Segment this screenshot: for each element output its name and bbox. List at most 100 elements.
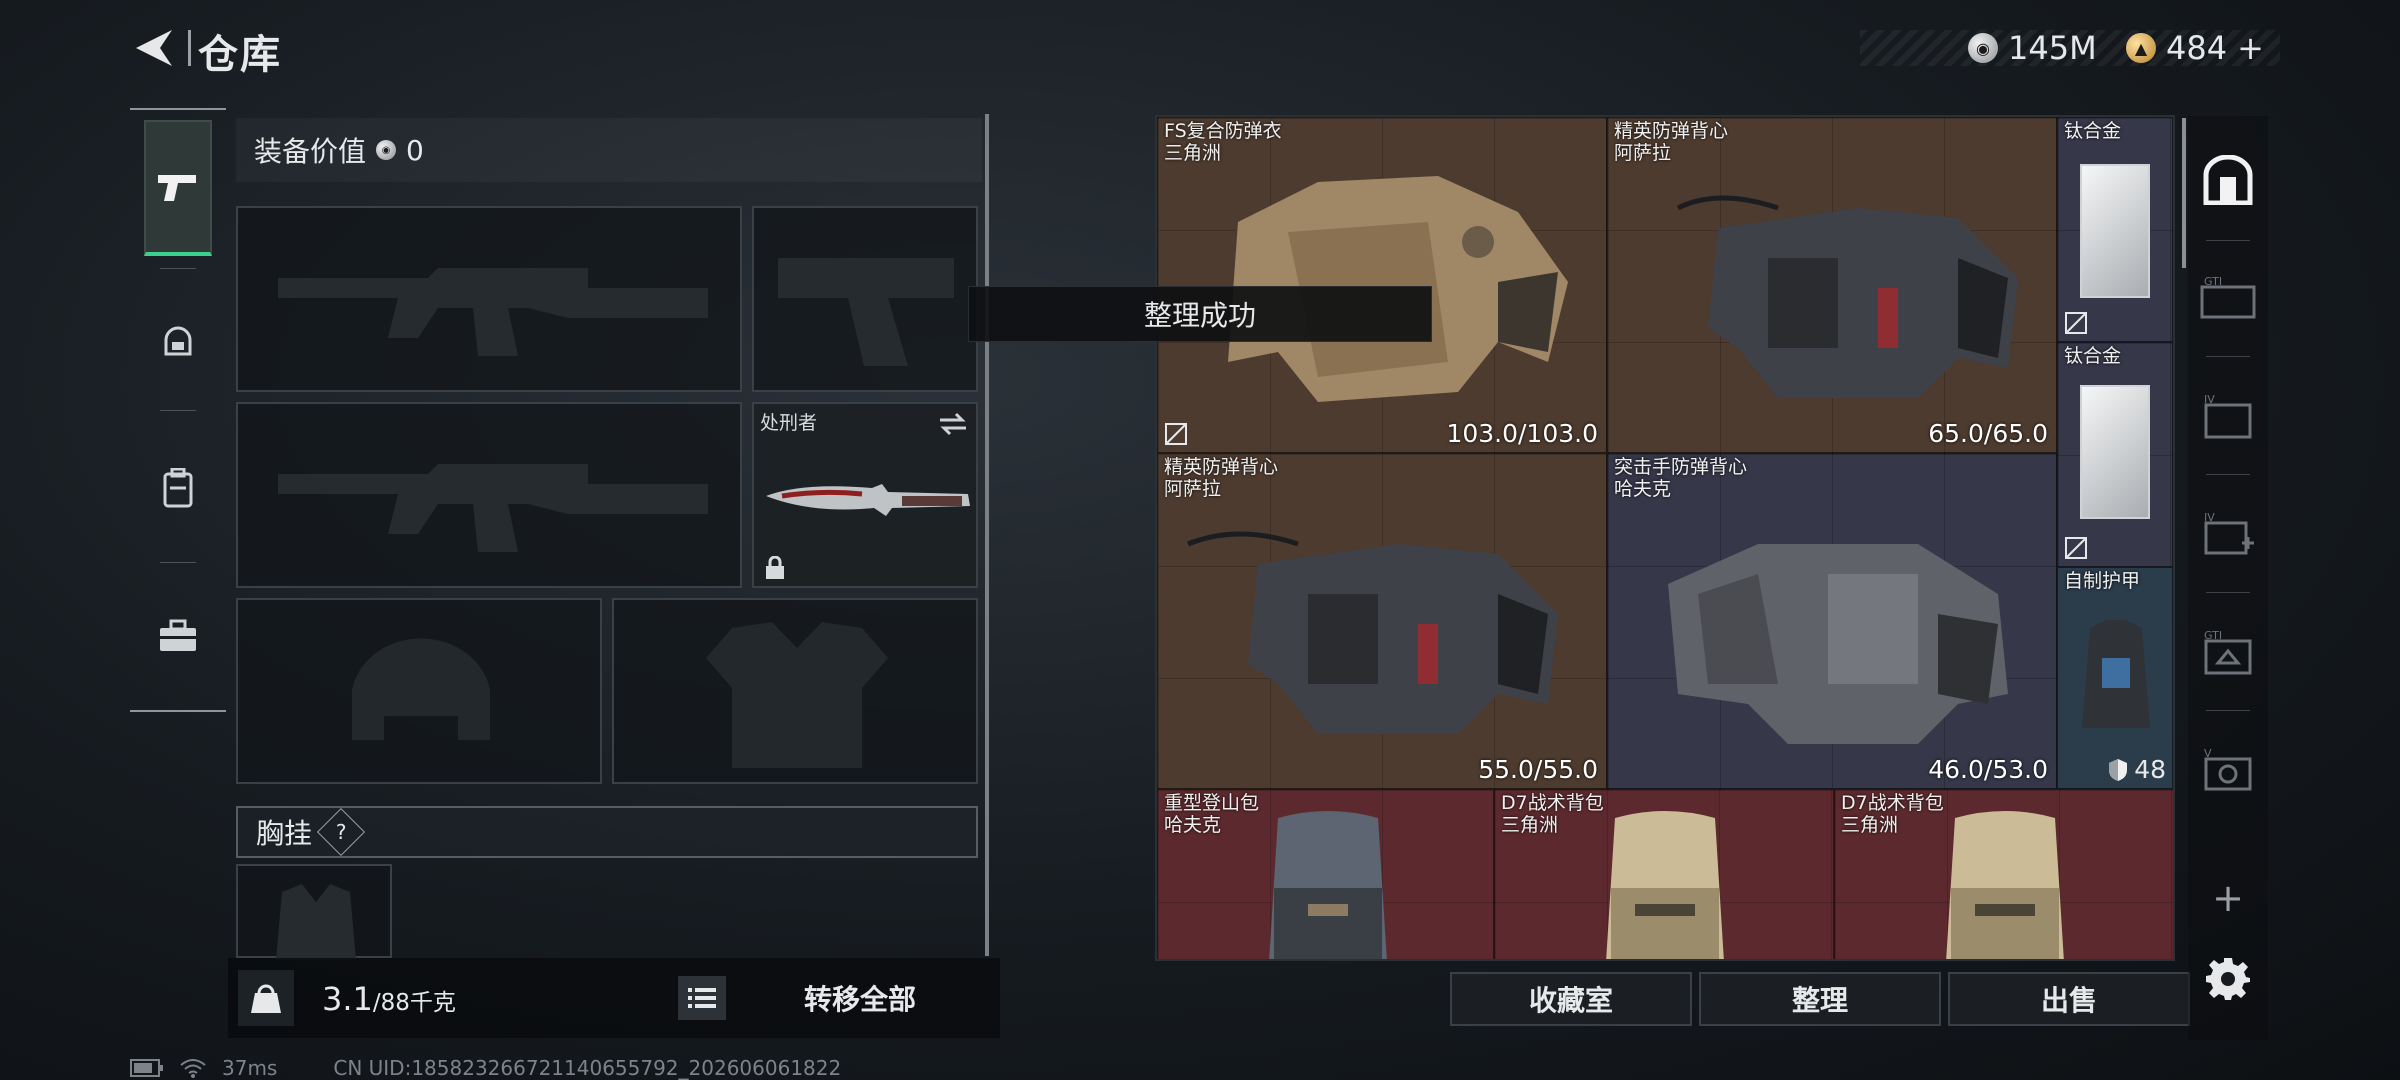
- pistol-slot[interactable]: [752, 206, 978, 392]
- container-label: V: [2204, 747, 2212, 760]
- backpack-icon: [1946, 811, 2064, 959]
- tab-weapons[interactable]: [144, 120, 212, 256]
- ping-value: 37ms: [222, 1056, 278, 1080]
- rail-container-1[interactable]: GTI: [2194, 248, 2262, 348]
- body-armor-icon: [1668, 544, 2008, 744]
- item-name: 精英防弹背心: [1164, 456, 1279, 478]
- lock-icon: [766, 556, 784, 579]
- container-label: GTI: [2204, 275, 2222, 288]
- tab-bags[interactable]: [144, 420, 212, 556]
- player-uid: CN UID:18582326672114065579​2_2026060618…: [333, 1056, 842, 1080]
- storage-item[interactable]: 自制护甲 48: [2057, 567, 2173, 789]
- gold-amount: 484: [2166, 29, 2228, 67]
- gold-add-button[interactable]: +: [2237, 29, 2264, 67]
- rail-container-2[interactable]: IV: [2194, 366, 2262, 466]
- rifle-silhouette-icon: [278, 464, 708, 552]
- homemade-armor-icon: [2082, 620, 2150, 728]
- silver-coin-icon: ◉: [376, 140, 397, 160]
- status-bar: 37ms CN UID:18582326672114065579​2_20260…: [130, 1056, 841, 1080]
- pistol-icon: [158, 175, 196, 201]
- swap-icon[interactable]: [938, 412, 968, 436]
- container-icon: IV: [2204, 393, 2252, 439]
- armor-value: 48: [2134, 755, 2166, 784]
- weight-capacity: 3.1/88千克: [322, 980, 456, 1018]
- settings-button[interactable]: [2194, 928, 2262, 1028]
- sort-button[interactable]: 整理: [1699, 972, 1941, 1026]
- chest-rig-header: 胸挂 ?: [236, 806, 978, 858]
- item-name: 钛合金: [2064, 120, 2122, 142]
- item-durability: 103.0/103.0: [1446, 419, 1598, 448]
- storage-item[interactable]: D7战术背包 三角洲: [1494, 789, 1834, 959]
- storage-item[interactable]: 钛合金: [2057, 342, 2173, 567]
- storage-item[interactable]: 钛合金: [2057, 117, 2173, 342]
- body-armor-icon: [1187, 531, 1558, 734]
- primary-weapon-slot[interactable]: [236, 206, 742, 392]
- storage-grid: FS复合防弹衣 三角洲 103.0/103.0 精英防弹背心 阿萨拉 65.0/65…: [1155, 115, 2175, 961]
- page-title: 仓库: [198, 32, 282, 78]
- body-armor-slot[interactable]: [612, 598, 978, 784]
- rail-container-5[interactable]: V: [2194, 720, 2262, 820]
- item-durability: 65.0/65.0: [1928, 419, 2048, 448]
- rail-container-3[interactable]: IV: [2194, 484, 2262, 584]
- back-button[interactable]: [128, 22, 180, 74]
- equipment-value-label: 装备价值: [254, 135, 367, 168]
- container-icon: GTI: [2204, 629, 2252, 675]
- storage-item[interactable]: 精英防弹背心 阿萨拉 65.0/65.0: [1607, 117, 2057, 453]
- vest-silhouette-icon: [706, 622, 888, 768]
- silver-currency[interactable]: ◉ 145M: [1968, 26, 2097, 70]
- rifle-silhouette-icon: [278, 268, 708, 356]
- back-arrow-icon: [136, 30, 172, 66]
- help-button[interactable]: ?: [316, 807, 366, 857]
- secondary-weapon-slot[interactable]: [236, 402, 742, 588]
- knife-icon: [766, 484, 970, 516]
- equipment-scrollbar[interactable]: [985, 114, 989, 956]
- no-repair-icon: [1165, 423, 1187, 445]
- list-view-button[interactable]: [678, 976, 726, 1020]
- loadout-tabs: [130, 108, 226, 712]
- kettlebell-icon: [251, 984, 281, 1013]
- helmet-icon: [164, 326, 192, 356]
- storage-scrollbar[interactable]: [2182, 118, 2186, 268]
- item-origin: 哈夫克: [1164, 814, 1222, 836]
- collection-room-button[interactable]: 收藏室: [1450, 972, 1692, 1026]
- tab-tools[interactable]: [144, 568, 212, 704]
- storage-item[interactable]: 重型登山包 哈夫克: [1157, 789, 1494, 959]
- shield-icon: [2109, 758, 2128, 781]
- medical-container-icon: IV: [2204, 511, 2254, 555]
- weight-current: 3.1: [322, 980, 373, 1018]
- item-name: 突击手防弹背心: [1614, 456, 1748, 478]
- container-icon: V: [2204, 747, 2252, 791]
- helmet-slot[interactable]: [236, 598, 602, 784]
- no-repair-icon: [2065, 312, 2087, 334]
- chest-rig-label: 胸挂: [256, 817, 313, 850]
- tab-armor[interactable]: [144, 274, 212, 410]
- gold-currency[interactable]: ▲ 484 +: [2126, 26, 2264, 70]
- toast-message: 整理成功: [968, 286, 1432, 342]
- gear-icon: [2206, 958, 2250, 1000]
- item-name: 自制护甲: [2064, 570, 2141, 592]
- silver-amount: 145M: [2008, 29, 2097, 67]
- storage-item[interactable]: FS复合防弹衣 三角洲 103.0/103.0: [1157, 117, 1607, 453]
- storage-item[interactable]: 突击手防弹背心 哈夫克 46.0/53.0: [1607, 453, 2057, 789]
- container-icon: GTI: [2200, 275, 2256, 319]
- pistol-silhouette-icon: [778, 258, 954, 366]
- transfer-all-button[interactable]: 转移全部: [760, 972, 960, 1024]
- item-name: 精英防弹背心: [1614, 120, 1729, 142]
- backpack-icon: [1606, 811, 1724, 959]
- weight-icon: [238, 970, 294, 1026]
- gold-coin-icon: ▲: [2126, 33, 2156, 63]
- rail-storage-main[interactable]: [2194, 130, 2262, 230]
- weight-max: /88千克: [372, 990, 456, 1016]
- rail-container-4[interactable]: GTI: [2194, 602, 2262, 702]
- storage-item[interactable]: 精英防弹背心 阿萨拉 55.0/55.0: [1157, 453, 1607, 789]
- storage-item[interactable]: D7战术背包 三角洲: [1834, 789, 2173, 959]
- melee-slot[interactable]: 处刑者: [752, 402, 978, 588]
- chest-rig-slot[interactable]: [236, 864, 392, 960]
- silver-coin-icon: ◉: [1968, 33, 1998, 63]
- container-label: GTI: [2204, 629, 2222, 642]
- chest-rig-silhouette-icon: [276, 884, 356, 960]
- wifi-icon: [180, 1059, 206, 1078]
- titanium-plate-icon: [2080, 385, 2150, 519]
- sell-button[interactable]: 出售: [1948, 972, 2190, 1026]
- helmet-silhouette-icon: [352, 638, 490, 740]
